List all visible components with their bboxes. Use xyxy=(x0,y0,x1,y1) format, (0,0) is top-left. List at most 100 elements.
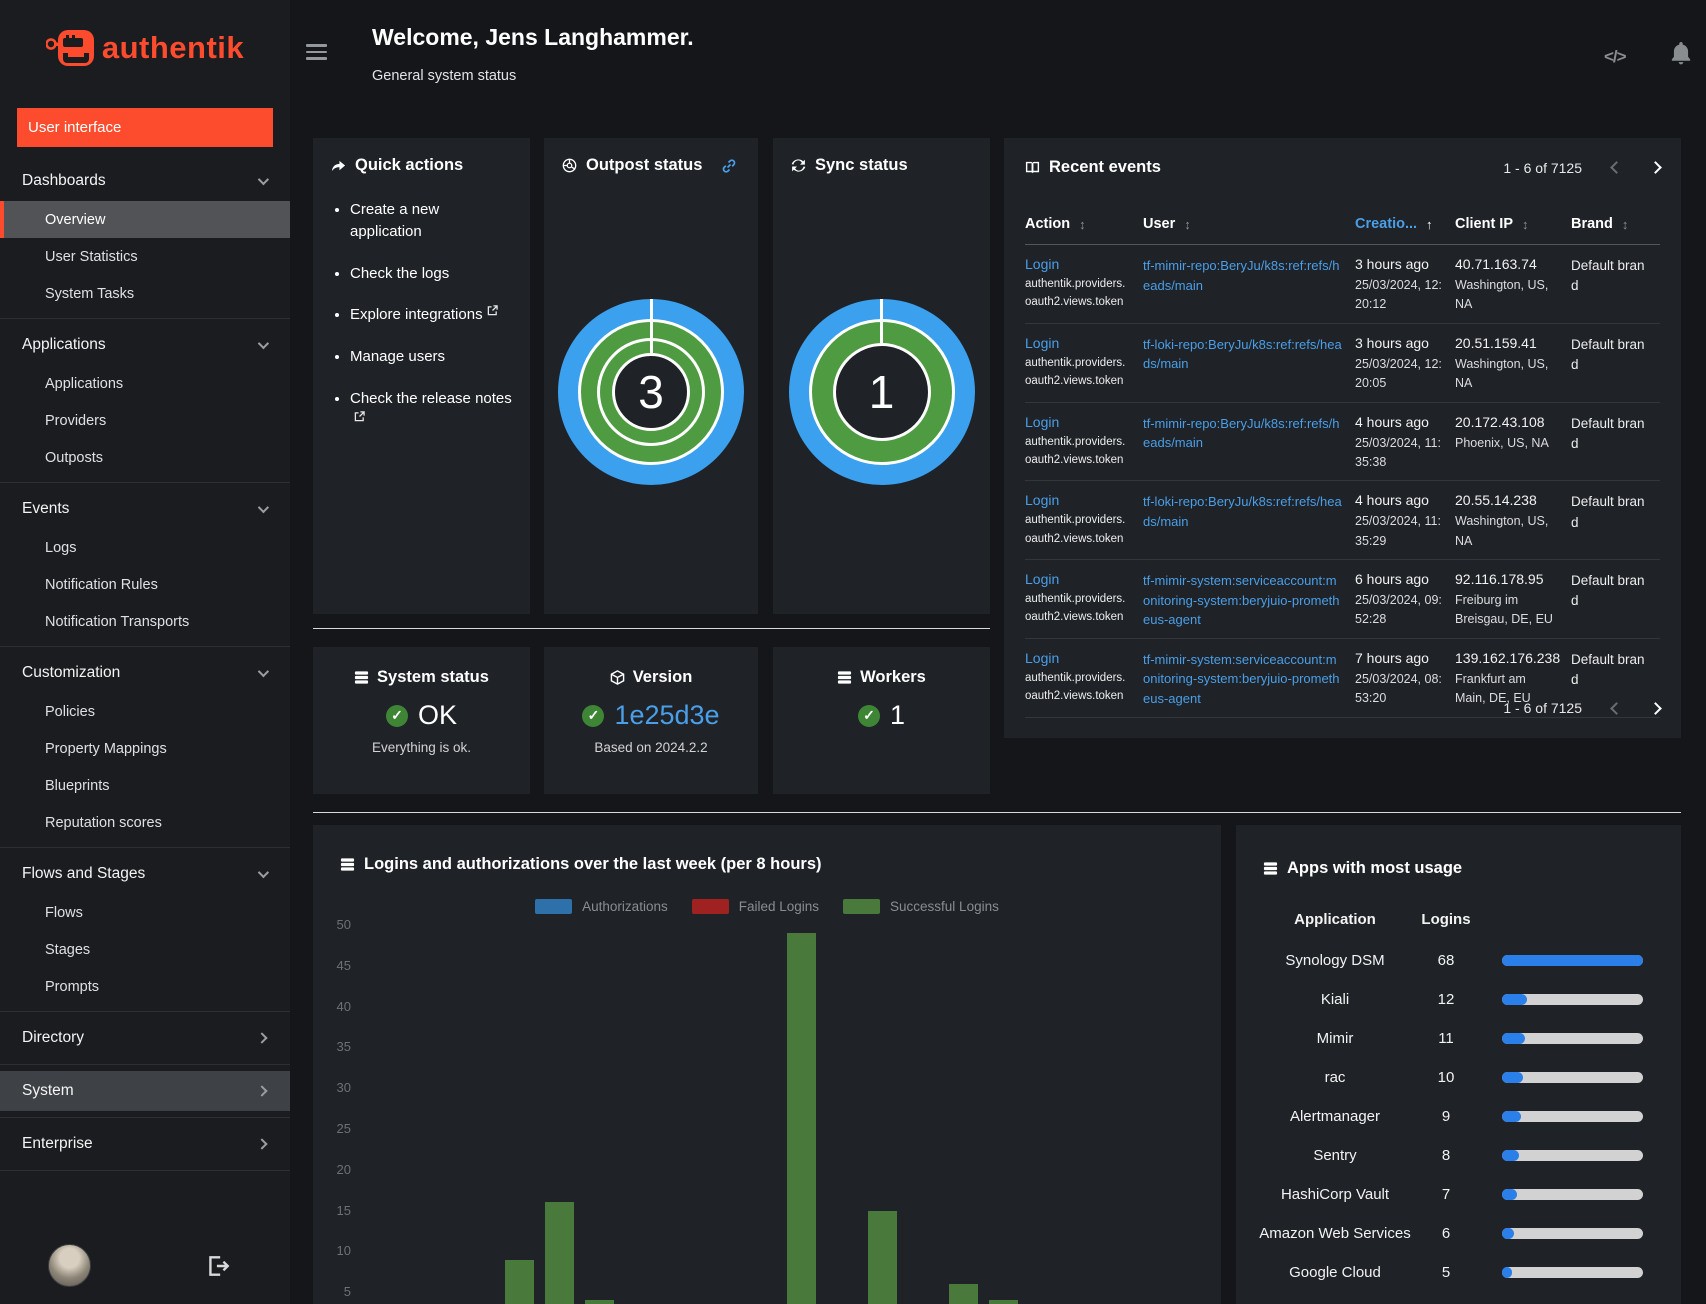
workers-title: Workers xyxy=(773,668,990,687)
sidebar-item-system-tasks[interactable]: System Tasks xyxy=(0,275,290,312)
column-header-brand[interactable]: Brand ↕ xyxy=(1571,204,1660,244)
column-header-client-ip[interactable]: Client IP ↕ xyxy=(1455,204,1571,244)
app-usage-row: Synology DSM 68 xyxy=(1255,941,1663,980)
event-relative-time: 4 hours ago xyxy=(1355,413,1429,430)
sidebar-section-enterprise[interactable]: Enterprise xyxy=(0,1124,290,1164)
book-icon xyxy=(1025,161,1040,174)
version-value-link[interactable]: 1e25d3e xyxy=(614,700,719,731)
pagination-label: 1 - 6 of 7125 xyxy=(1503,159,1582,176)
event-user-link[interactable]: tf-mimir-repo:BeryJu/k8s:ref:refs/heads/… xyxy=(1143,258,1340,293)
external-link-icon xyxy=(487,305,498,316)
legend-item-authorizations[interactable]: Authorizations xyxy=(535,899,668,914)
sidebar-item-policies[interactable]: Policies xyxy=(0,693,290,730)
column-header-action[interactable]: Action ↕ xyxy=(1025,204,1143,244)
event-user-link[interactable]: tf-mimir-system:serviceaccount:monitorin… xyxy=(1143,652,1340,706)
outpost-status-card: Outpost status 3 xyxy=(544,138,758,614)
server-icon xyxy=(354,671,369,684)
quick-action-manage-users[interactable]: Manage users xyxy=(350,346,512,368)
event-action-link[interactable]: Login xyxy=(1025,256,1131,272)
sidebar-divider xyxy=(0,847,290,848)
quick-action-check-the-logs[interactable]: Check the logs xyxy=(350,263,512,285)
sidebar-item-blueprints[interactable]: Blueprints xyxy=(0,767,290,804)
quick-actions-title: Quick actions xyxy=(331,156,512,175)
event-client-ip: 40.71.163.74 xyxy=(1455,256,1537,272)
sidebar-section-events[interactable]: Events xyxy=(0,489,290,529)
sidebar-item-notification-rules[interactable]: Notification Rules xyxy=(0,566,290,603)
sidebar-item-flows[interactable]: Flows xyxy=(0,894,290,931)
version-title: Version xyxy=(544,668,758,687)
sidebar-item-notification-transports[interactable]: Notification Transports xyxy=(0,603,290,640)
sidebar-section-dashboards[interactable]: Dashboards xyxy=(0,161,290,201)
server-icon xyxy=(340,858,355,871)
sidebar-section-applications[interactable]: Applications xyxy=(0,325,290,365)
check-circle-icon: ✓ xyxy=(857,704,880,727)
sidebar-item-outposts[interactable]: Outposts xyxy=(0,439,290,476)
quick-action-explore-integrations[interactable]: Explore integrations xyxy=(350,304,512,326)
sidebar-item-user-statistics[interactable]: User Statistics xyxy=(0,238,290,275)
sidebar-item-property-mappings[interactable]: Property Mappings xyxy=(0,730,290,767)
pagination-prev-icon[interactable] xyxy=(1610,161,1623,174)
event-context: authentik.providers.oauth2.views.token xyxy=(1025,593,1126,624)
notifications-bell-icon[interactable] xyxy=(1670,42,1692,66)
legend-item-failed-logins[interactable]: Failed Logins xyxy=(691,899,819,914)
app-usage-progress-fill xyxy=(1502,1267,1512,1278)
app-login-count: 7 xyxy=(1441,1186,1451,1203)
event-action-link[interactable]: Login xyxy=(1025,335,1131,351)
event-user-link[interactable]: tf-loki-repo:BeryJu/k8s:ref:refs/heads/m… xyxy=(1143,494,1342,529)
pagination-next-icon[interactable] xyxy=(1649,161,1662,174)
sort-icon[interactable]: ↕ xyxy=(1622,217,1629,232)
sort-icon[interactable]: ↕ xyxy=(1184,217,1191,232)
logins-chart-title: Logins and authorizations over the last … xyxy=(340,855,822,874)
app-name: Kiali xyxy=(1320,991,1350,1008)
avatar[interactable] xyxy=(48,1244,91,1287)
sidebar-section-directory[interactable]: Directory xyxy=(0,1018,290,1058)
event-action-link[interactable]: Login xyxy=(1025,650,1131,666)
sort-ascending-icon[interactable]: ↑ xyxy=(1426,217,1433,232)
sidebar-item-overview[interactable]: Overview xyxy=(0,201,290,238)
legend-item-successful-logins[interactable]: Successful Logins xyxy=(843,899,999,914)
sidebar-section-customization[interactable]: Customization xyxy=(0,653,290,693)
sidebar-item-stages[interactable]: Stages xyxy=(0,931,290,968)
sort-icon[interactable]: ↕ xyxy=(1079,217,1086,232)
logout-icon[interactable] xyxy=(205,1253,231,1279)
sidebar-section-flows-and-stages[interactable]: Flows and Stages xyxy=(0,854,290,894)
system-status-caption: Everything is ok. xyxy=(371,740,472,755)
event-context: authentik.providers.oauth2.views.token xyxy=(1025,514,1126,545)
column-header-creation[interactable]: Creatio... ↑ xyxy=(1355,204,1455,244)
app-usage-progressbar xyxy=(1502,994,1643,1005)
sidebar-section-system[interactable]: System xyxy=(0,1071,290,1111)
quick-action-check-the-release-notes[interactable]: Check the release notes xyxy=(350,388,512,432)
event-action-link[interactable]: Login xyxy=(1025,571,1131,587)
workers-card: Workers ✓ 1 xyxy=(773,647,990,794)
hamburger-menu-icon[interactable] xyxy=(306,44,327,64)
y-axis-tick-label: 30 xyxy=(336,1080,351,1096)
chevron-down-icon xyxy=(257,501,270,514)
pagination-next-icon[interactable] xyxy=(1649,701,1662,715)
api-code-icon[interactable]: </> xyxy=(1604,47,1627,67)
pagination-prev-icon[interactable] xyxy=(1610,701,1623,715)
event-user-link[interactable]: tf-mimir-repo:BeryJu/k8s:ref:refs/heads/… xyxy=(1143,416,1340,451)
user-interface-button[interactable]: User interface xyxy=(17,108,273,147)
app-usage-progressbar xyxy=(1502,1072,1643,1083)
sidebar-item-logs[interactable]: Logs xyxy=(0,529,290,566)
event-client-ip: 20.172.43.108 xyxy=(1455,413,1545,430)
quick-action-create-a-new-application[interactable]: Create a new application xyxy=(350,199,512,243)
sidebar-user-row xyxy=(0,1244,290,1290)
app-name: Mimir xyxy=(1316,1030,1354,1047)
sort-icon[interactable]: ↕ xyxy=(1522,217,1529,232)
link-icon[interactable] xyxy=(721,158,737,174)
outpost-status-title: Outpost status xyxy=(562,156,740,175)
app-login-count: 12 xyxy=(1437,991,1455,1008)
chart-bar-successful-logins xyxy=(948,1284,978,1304)
sidebar-item-prompts[interactable]: Prompts xyxy=(0,968,290,1005)
event-action-link[interactable]: Login xyxy=(1025,492,1131,508)
sidebar-item-reputation-scores[interactable]: Reputation scores xyxy=(0,804,290,841)
event-user-link[interactable]: tf-loki-repo:BeryJu/k8s:ref:refs/heads/m… xyxy=(1143,337,1342,372)
event-user-link[interactable]: tf-mimir-system:serviceaccount:monitorin… xyxy=(1143,573,1340,627)
app-usage-progress-fill xyxy=(1502,1189,1517,1200)
sidebar-item-applications[interactable]: Applications xyxy=(0,365,290,402)
column-header-user[interactable]: User ↕ xyxy=(1143,204,1355,244)
event-action-link[interactable]: Login xyxy=(1025,414,1131,430)
y-axis-tick-label: 10 xyxy=(336,1243,351,1259)
sidebar-item-providers[interactable]: Providers xyxy=(0,402,290,439)
